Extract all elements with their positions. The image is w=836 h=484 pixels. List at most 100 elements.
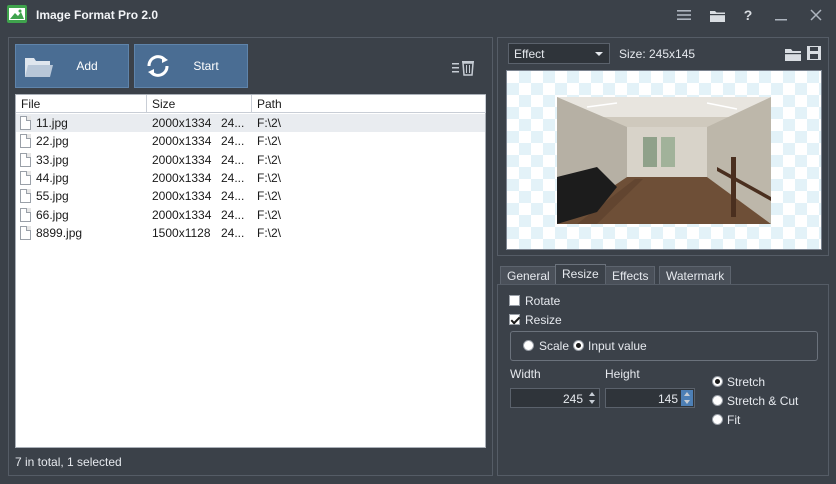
settings-tabs: General Resize Effects Watermark <box>497 264 829 284</box>
path-cell: F:\2\ <box>257 134 282 149</box>
image-size-cell: 2000x1334 <box>152 152 212 167</box>
height-value: 145 <box>657 392 678 406</box>
title-bar: Image Format Pro 2.0 ? <box>0 0 836 30</box>
width-stepper[interactable]: 245 <box>510 388 600 408</box>
tab-general[interactable]: General <box>500 266 557 284</box>
path-cell: F:\2\ <box>257 225 282 240</box>
file-name-cell: 11.jpg <box>36 116 68 130</box>
path-cell: F:\2\ <box>257 170 282 185</box>
resize-label: Resize <box>525 313 562 327</box>
column-header-file[interactable]: File <box>21 97 40 111</box>
file-size-cell: 24... <box>221 189 245 204</box>
table-row[interactable]: 44.jpg 2000x1334 24... F:\2\ <box>16 169 485 187</box>
column-divider[interactable] <box>146 95 147 113</box>
resize-mode-group: Scale Input value <box>510 331 818 361</box>
file-name-cell: 44.jpg <box>36 170 69 185</box>
scale-radio[interactable] <box>523 340 534 351</box>
height-stepper[interactable]: 145 <box>605 388 695 408</box>
column-header-size[interactable]: Size <box>152 97 175 111</box>
file-size-cell: 24... <box>221 116 245 130</box>
file-icon <box>20 207 31 222</box>
height-label: Height <box>605 367 640 381</box>
table-row[interactable]: 11.jpg 2000x1334 24... F:\2\ <box>16 114 485 132</box>
file-icon <box>20 116 31 130</box>
stretch-label: Stretch <box>727 375 766 389</box>
image-size-cell: 2000x1334 <box>152 134 212 149</box>
close-icon[interactable] <box>806 5 826 25</box>
width-value: 245 <box>562 392 583 406</box>
file-icon <box>20 189 31 204</box>
tab-watermark[interactable]: Watermark <box>659 266 732 284</box>
preview-mode-select[interactable]: Effect <box>508 43 610 64</box>
minimize-icon[interactable] <box>771 5 791 25</box>
resize-tab-panel: Rotate Resize Scale Input value Width He… <box>497 284 829 476</box>
file-icon <box>20 152 31 167</box>
tab-effects[interactable]: Effects <box>605 266 656 284</box>
image-size-cell: 1500x1128 <box>152 225 211 240</box>
path-cell: F:\2\ <box>257 189 282 204</box>
file-size-cell: 24... <box>221 207 245 222</box>
file-name-cell: 33.jpg <box>36 152 69 167</box>
rotate-checkbox[interactable] <box>509 295 520 306</box>
resize-checkbox[interactable] <box>509 314 520 325</box>
file-table: File Size Path 11.jpg 2000x1334 24... F:\2\… <box>15 94 486 448</box>
file-panel: Add Start File Size Path 11.jpg 2000x1334… <box>8 37 493 476</box>
file-name-cell: 66.jpg <box>36 207 69 222</box>
start-button-label: Start <box>193 59 219 73</box>
app-title: Image Format Pro 2.0 <box>36 8 159 22</box>
file-size-cell: 24... <box>221 134 245 149</box>
save-icon[interactable] <box>807 46 821 60</box>
stepper-arrows[interactable] <box>681 390 693 406</box>
preview-image <box>557 97 771 224</box>
file-name-cell: 55.jpg <box>36 189 69 204</box>
preview-size-label: Size: 245x145 <box>619 47 696 61</box>
table-row[interactable]: 22.jpg 2000x1334 24... F:\2\ <box>16 132 485 150</box>
file-icon <box>20 134 31 149</box>
open-folder-icon[interactable] <box>785 47 801 61</box>
file-icon <box>20 170 31 185</box>
chevron-down-icon <box>595 52 603 56</box>
preview-mode-value: Effect <box>514 47 545 61</box>
input-value-radio[interactable] <box>573 340 584 351</box>
clear-list-icon[interactable] <box>452 59 478 77</box>
image-size-cell: 2000x1334 <box>152 116 212 130</box>
fit-radio[interactable] <box>712 414 723 425</box>
file-size-cell: 24... <box>221 152 245 167</box>
file-icon <box>20 225 31 240</box>
preview-canvas <box>506 70 822 250</box>
stretch-cut-label: Stretch & Cut <box>727 394 799 408</box>
table-row[interactable]: 55.jpg 2000x1334 24... F:\2\ <box>16 187 485 205</box>
scale-label: Scale <box>539 339 570 353</box>
add-button-label: Add <box>76 59 98 73</box>
image-size-cell: 2000x1334 <box>152 170 212 185</box>
add-button[interactable]: Add <box>15 44 129 88</box>
column-divider[interactable] <box>251 95 252 113</box>
menu-icon[interactable] <box>674 5 694 25</box>
path-cell: F:\2\ <box>257 152 282 167</box>
tab-resize[interactable]: Resize <box>555 264 606 284</box>
image-size-cell: 2000x1334 <box>152 189 212 204</box>
app-logo-icon <box>7 5 27 23</box>
table-row[interactable]: 8899.jpg 1500x1128 24... F:\2\ <box>16 224 485 242</box>
rotate-label: Rotate <box>525 294 561 308</box>
file-name-cell: 8899.jpg <box>36 225 83 240</box>
folder-icon[interactable] <box>707 5 727 25</box>
table-row[interactable]: 33.jpg 2000x1334 24... F:\2\ <box>16 151 485 169</box>
table-header: File Size Path <box>16 95 486 113</box>
column-header-path[interactable]: Path <box>257 97 282 111</box>
fit-label: Fit <box>727 413 741 427</box>
table-row[interactable]: 66.jpg 2000x1334 24... F:\2\ <box>16 206 485 224</box>
help-icon[interactable]: ? <box>738 5 758 25</box>
image-size-cell: 2000x1334 <box>152 207 212 222</box>
path-cell: F:\2\ <box>257 116 282 130</box>
path-cell: F:\2\ <box>257 207 282 222</box>
preview-panel: Effect Size: 245x145 <box>497 37 829 256</box>
status-text: 7 in total, 1 selected <box>15 455 122 469</box>
start-button[interactable]: Start <box>134 44 248 88</box>
column-divider <box>485 95 486 113</box>
file-size-cell: 24... <box>221 170 245 185</box>
file-name-cell: 22.jpg <box>36 134 69 149</box>
stepper-arrows[interactable] <box>586 390 598 406</box>
stretch-radio[interactable] <box>712 376 723 387</box>
stretch-cut-radio[interactable] <box>712 395 723 406</box>
